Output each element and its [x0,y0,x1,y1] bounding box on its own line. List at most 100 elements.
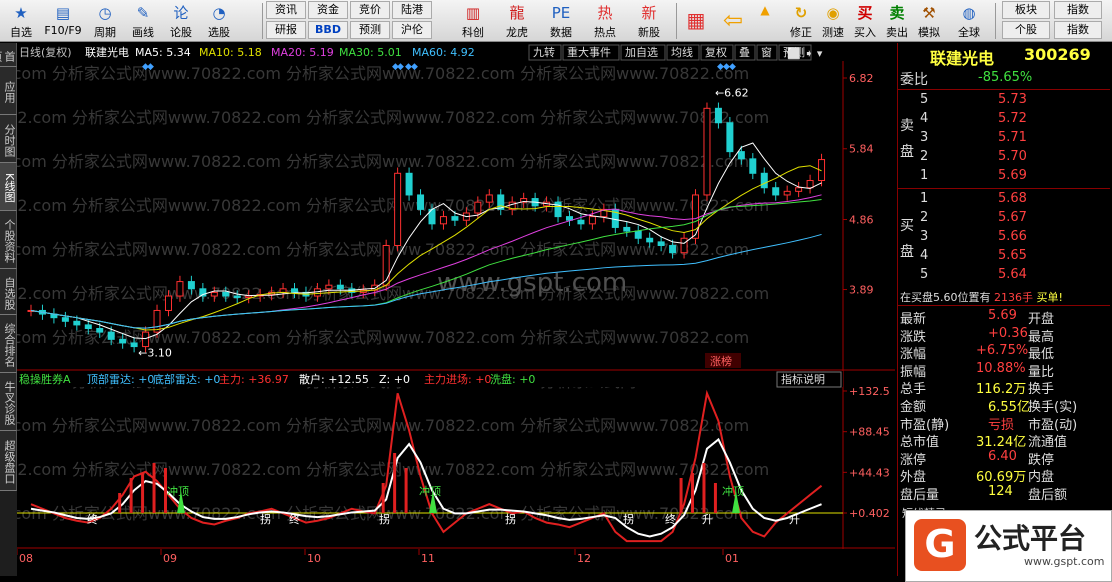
toolbar-right-tab[interactable]: 指数 [1054,21,1102,39]
candle-body [84,324,92,330]
indicator-mark: 冲顶 [167,484,189,498]
speed-icon: ◉ [826,4,840,22]
date-label: 11 [421,552,435,565]
toolbar-speed-button[interactable]: ◉ 测速 [818,0,848,42]
toolbar-tab[interactable]: 预测 [350,21,390,39]
candle-body [107,331,115,340]
toolbar-right-tab[interactable]: 板块 [1002,1,1050,19]
candle-body [61,317,69,322]
candle-body [451,216,459,221]
sidebar-item[interactable]: 综合排名 [0,315,17,373]
candle-body [806,180,814,189]
stat-row: 金额 6.55亿 换手(实) [898,396,1110,415]
buy-level: 3 [920,229,929,244]
indicator-help-label: 指标说明 [781,372,825,386]
chart-svg[interactable]: 822.com 分析家公式网www.70822.com 分析家公式网www.70… [0,43,895,576]
weibi-label: 委比 [900,72,928,88]
candle-body [795,187,803,192]
stock-code: 300269 [1024,45,1091,64]
toolbar-pe-button[interactable]: PE 数据 [542,0,580,42]
sidebar-item[interactable]: K线图 [0,163,17,211]
toolbar-label: 周期 [94,26,116,39]
sidebar-item[interactable]: 首页 [0,43,17,67]
toolbar-auction-button[interactable]: ⚒ 模拟 [914,0,944,42]
sidebar-item[interactable]: 牛叉诊股 [0,373,17,431]
sell-level: 4 [920,111,929,126]
sell-row[interactable]: 1 5.69 [898,168,1110,185]
toolbar-globe-button[interactable]: ◍ 全球 [954,0,984,42]
stat-label2: 开盘 [1028,312,1055,327]
indicator-tick-label: +132.5 [849,385,890,398]
kline-tag-label: 加自选 [625,46,658,59]
toolbar-buy-button[interactable]: 买买入 [850,0,880,42]
toolbar-hot-button[interactable]: 热热点 [586,0,624,42]
toolbar-tab[interactable]: 研报 [266,21,306,39]
toolbar-chart-button[interactable]: ▥ 科创 [454,0,492,42]
candle-body [692,194,700,239]
buy-icon: 买 [857,4,873,22]
toolbar-star-button[interactable]: ★ 自选 [4,0,38,42]
toolbar-newstock-button[interactable]: 新新股 [630,0,668,42]
chart-area[interactable]: 822.com 分析家公式网www.70822.com 分析家公式网www.70… [0,43,895,576]
star-icon: ★ [14,4,28,22]
sell-row[interactable]: 4 5.72 [898,111,1110,128]
kline-header-text: MA20: 5.19 [271,46,334,59]
date-label: 10 [307,552,321,565]
indicator-mark: 拐 [505,512,516,526]
toolbar-right-tab[interactable]: 个股 [1002,21,1050,39]
sidebar-item[interactable]: 应用 [0,67,17,115]
toolbar-label: 测速 [822,26,844,39]
sell-price: 5.71 [998,130,1027,145]
toolbar-tab[interactable]: 资讯 [266,1,306,19]
toolbar-right-tab[interactable]: 指数 [1054,1,1102,19]
buy-row[interactable]: 4 5.65 [898,248,1110,265]
sidebar-item[interactable]: 个股资料 [0,211,17,269]
stat-value: 10.88% [976,360,1026,376]
dragon-icon: 龍 [509,4,525,22]
candle-body [245,295,253,298]
toolbar-fix-button[interactable]: ↻ 修正 [786,0,816,42]
sell-row[interactable]: 5 5.73 [898,92,1110,109]
color-blocks-button[interactable]: ▦ [682,0,710,42]
toolbar-tab[interactable]: 资金 [308,1,348,19]
toolbar-sell-button[interactable]: 卖卖出 [882,0,912,42]
buy-row[interactable]: 1 5.68 [898,191,1110,208]
toolbar-forum-button[interactable]: 论论股 [164,0,198,42]
toolbar-select-stock-button[interactable]: ◔ 选股 [202,0,236,42]
up-button[interactable]: ▲ [756,0,774,42]
toolbar-tab[interactable]: 陆港 [392,1,432,19]
chart-icon: ▥ [465,4,481,22]
sidebar-item[interactable]: 自选股 [0,269,17,315]
toolbar-label: 科创 [462,26,484,39]
stat-value: +0.36 [988,325,1028,341]
stat-label2: 市盈(动) [1028,417,1078,433]
select-stock-icon: ◔ [212,4,226,22]
indicator-mark: 终 [87,512,98,526]
candle-body [703,107,711,196]
toolbar-dragon-button[interactable]: 龍龙虎 [498,0,536,42]
toolbar-clock-button[interactable]: ◷ 周期 [88,0,122,42]
sidebar-item[interactable]: 分时图 [0,115,17,163]
stat-row: 振幅 10.88% 量比 [898,360,1110,380]
sidebar-item[interactable]: 超级盘口 [0,431,17,491]
kline-tag-label: 复权 [705,45,727,59]
sell-row[interactable]: 2 5.70 [898,149,1110,166]
buy-row[interactable]: 2 5.67 [898,210,1110,227]
toolbar-label: 自选 [10,26,32,39]
toolbar-f10-button[interactable]: ▤ F10/F9 [42,0,84,42]
toolbar-separator [262,3,263,39]
back-arrow-button[interactable]: ⇦ [718,0,748,42]
candle-body [646,237,654,243]
buy-row[interactable]: 5 5.64 [898,267,1110,284]
sell-row[interactable]: 3 5.71 [898,130,1110,147]
kline-tag-label: 叠 [739,46,750,59]
sell-level: 3 [920,130,929,145]
toolbar-label: 卖出 [886,26,908,39]
stat-label2: 换手 [1028,382,1055,398]
toolbar-tab[interactable]: 竞价 [350,1,390,19]
event-marker-icon: ◆ [411,62,418,72]
toolbar-tab[interactable]: BBD [308,21,348,39]
toolbar-tab[interactable]: 沪伦 [392,21,432,39]
buy-row[interactable]: 3 5.66 [898,229,1110,246]
toolbar-pen-button[interactable]: ✎ 画线 [126,0,160,42]
